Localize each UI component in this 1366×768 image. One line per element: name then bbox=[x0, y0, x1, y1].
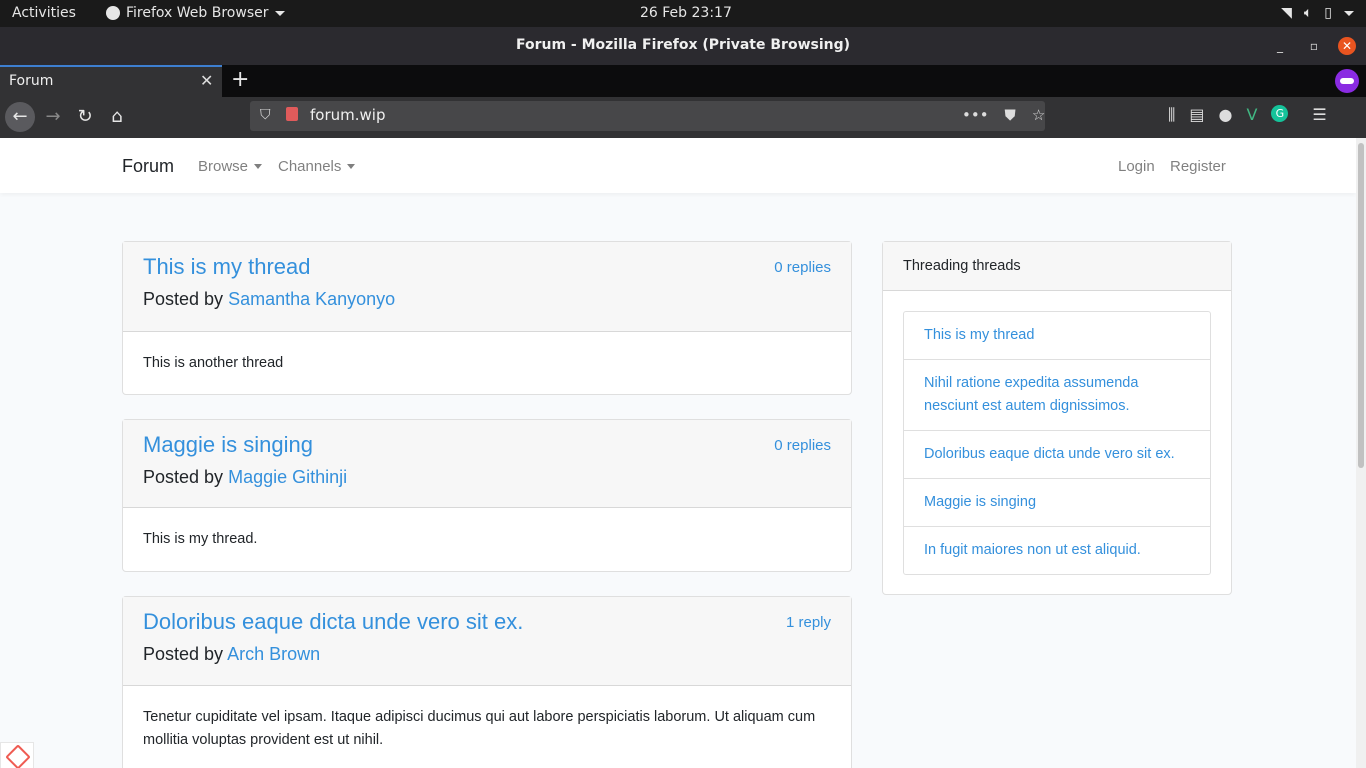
system-tray[interactable]: ◥ 🔈︎ ▯ bbox=[1281, 5, 1354, 21]
trending-list: This is my thread Nihil ratione expedita… bbox=[903, 311, 1211, 575]
toolbar-right: ⫼ ▤ ● V G ☰ bbox=[1168, 105, 1327, 125]
trending-header: Threading threads bbox=[883, 242, 1231, 291]
thread-header: This is my thread 0 replies Posted by Sa… bbox=[123, 242, 851, 332]
register-link[interactable]: Register bbox=[1170, 158, 1226, 175]
channels-dropdown[interactable]: Channels bbox=[278, 158, 356, 175]
thread-header: Maggie is singing 0 replies Posted by Ma… bbox=[123, 420, 851, 508]
caret-down-icon bbox=[347, 164, 356, 169]
account-icon[interactable]: ● bbox=[1219, 105, 1233, 125]
bookmark-star-icon[interactable]: ☆ bbox=[1032, 106, 1045, 124]
window-title: Forum - Mozilla Firefox (Private Browsin… bbox=[515, 37, 851, 53]
forward-button[interactable]: → bbox=[38, 102, 68, 132]
window-titlebar: Forum - Mozilla Firefox (Private Browsin… bbox=[0, 27, 1366, 65]
more-actions-icon[interactable]: ••• bbox=[962, 106, 989, 124]
laravel-debugbar-icon[interactable] bbox=[0, 742, 34, 768]
trending-item[interactable]: Doloribus eaque dicta unde vero sit ex. bbox=[904, 431, 1210, 479]
app-menu[interactable]: Firefox Web Browser bbox=[106, 5, 285, 21]
tab-strip: Forum ✕ + bbox=[0, 65, 1366, 97]
firefox-icon bbox=[106, 6, 120, 20]
page-scrollbar[interactable] bbox=[1356, 138, 1366, 768]
thread-card: This is my thread 0 replies Posted by Sa… bbox=[122, 241, 852, 395]
author-link[interactable]: Samantha Kanyonyo bbox=[228, 289, 395, 309]
thread-body: This is my thread. bbox=[143, 531, 258, 547]
browse-label: Browse bbox=[198, 158, 249, 175]
grammarly-icon[interactable]: G bbox=[1271, 105, 1289, 122]
scrollbar-thumb[interactable] bbox=[1358, 143, 1364, 468]
url-bar[interactable]: ⛉ forum.wip ••• ⛊ ☆ bbox=[250, 101, 1045, 131]
trending-item[interactable]: Maggie is singing bbox=[904, 479, 1210, 527]
chevron-down-icon bbox=[1344, 10, 1354, 16]
posted-by-label: Posted by bbox=[143, 289, 224, 309]
login-link[interactable]: Login bbox=[1118, 158, 1155, 175]
wifi-icon: ◥ bbox=[1281, 5, 1292, 21]
brand-link[interactable]: Forum bbox=[122, 156, 174, 177]
thread-body: This is another thread bbox=[143, 355, 284, 371]
page-actions: ••• ⛊ ☆ bbox=[962, 106, 1045, 124]
thread-replies-link[interactable]: 1 reply bbox=[786, 614, 831, 631]
back-button[interactable]: ← bbox=[5, 102, 35, 132]
thread-header: Doloribus eaque dicta unde vero sit ex. … bbox=[123, 597, 851, 686]
trending-item[interactable]: Nihil ratione expedita assumenda nesciun… bbox=[904, 360, 1210, 431]
pocket-icon[interactable]: ⛊ bbox=[1005, 106, 1016, 124]
caret-down-icon bbox=[254, 164, 263, 169]
sidebar-icon[interactable]: ▤ bbox=[1189, 105, 1204, 125]
library-icon[interactable]: ⫼ bbox=[1168, 105, 1175, 125]
thread-title-link[interactable]: Maggie is singing bbox=[143, 432, 313, 458]
site-navbar: Forum Browse Channels Login Register bbox=[0, 138, 1356, 193]
url-text[interactable]: forum.wip bbox=[310, 106, 385, 124]
thread-meta: Posted by Maggie Githinji bbox=[143, 467, 347, 488]
posted-by-label: Posted by bbox=[143, 467, 224, 487]
thread-title-link[interactable]: Doloribus eaque dicta unde vero sit ex. bbox=[143, 609, 523, 635]
thread-body: Tenetur cupiditate vel ipsam. Itaque adi… bbox=[143, 709, 816, 748]
maximize-button[interactable]: ▫ bbox=[1305, 37, 1323, 55]
thread-card: Doloribus eaque dicta unde vero sit ex. … bbox=[122, 596, 852, 768]
new-tab-button[interactable]: + bbox=[231, 67, 249, 92]
home-button[interactable]: ⌂ bbox=[102, 102, 132, 132]
trending-title: Threading threads bbox=[903, 258, 1021, 274]
author-link[interactable]: Maggie Githinji bbox=[228, 467, 347, 487]
clock[interactable]: 26 Feb 23:17 bbox=[640, 5, 732, 21]
battery-icon: ▯ bbox=[1324, 5, 1332, 21]
browse-dropdown[interactable]: Browse bbox=[198, 158, 263, 175]
thread-replies-link[interactable]: 0 replies bbox=[774, 259, 831, 276]
trending-item[interactable]: This is my thread bbox=[904, 312, 1210, 360]
close-tab-icon[interactable]: ✕ bbox=[200, 71, 213, 90]
app-menu-label: Firefox Web Browser bbox=[126, 5, 269, 21]
private-browsing-icon bbox=[1335, 69, 1359, 93]
posted-by-label: Posted by bbox=[143, 644, 224, 664]
navigation-toolbar: ← → ↻ ⌂ ⛉ forum.wip ••• ⛊ ☆ ⫼ ▤ ● V G ☰ bbox=[0, 97, 1366, 138]
vue-devtools-icon[interactable]: V bbox=[1246, 105, 1257, 125]
minimize-button[interactable]: _ bbox=[1271, 37, 1289, 55]
page-content: Forum Browse Channels Login Register Thi… bbox=[0, 138, 1356, 768]
thread-meta: Posted by Samantha Kanyonyo bbox=[143, 289, 395, 310]
trending-threads-card: Threading threads This is my thread Nihi… bbox=[882, 241, 1232, 595]
menu-icon[interactable]: ☰ bbox=[1312, 105, 1326, 125]
activities-button[interactable]: Activities bbox=[12, 5, 76, 21]
reload-button[interactable]: ↻ bbox=[70, 102, 100, 132]
thread-replies-link[interactable]: 0 replies bbox=[774, 437, 831, 454]
close-window-button[interactable]: ✕ bbox=[1338, 37, 1356, 55]
channels-label: Channels bbox=[278, 158, 342, 175]
tab-forum[interactable]: Forum ✕ bbox=[0, 65, 222, 97]
trending-item[interactable]: In fugit maiores non ut est aliquid. bbox=[904, 527, 1210, 574]
thread-meta: Posted by Arch Brown bbox=[143, 644, 320, 665]
tab-label: Forum bbox=[9, 73, 54, 89]
volume-icon: 🔈︎ bbox=[1303, 5, 1313, 21]
insecure-lock-icon[interactable] bbox=[286, 107, 298, 121]
shield-icon[interactable]: ⛉ bbox=[260, 107, 271, 123]
thread-title-link[interactable]: This is my thread bbox=[143, 254, 311, 280]
thread-card: Maggie is singing 0 replies Posted by Ma… bbox=[122, 419, 852, 572]
chevron-down-icon bbox=[274, 10, 285, 16]
author-link[interactable]: Arch Brown bbox=[227, 644, 320, 664]
gnome-top-bar: Activities Firefox Web Browser 26 Feb 23… bbox=[0, 0, 1366, 27]
